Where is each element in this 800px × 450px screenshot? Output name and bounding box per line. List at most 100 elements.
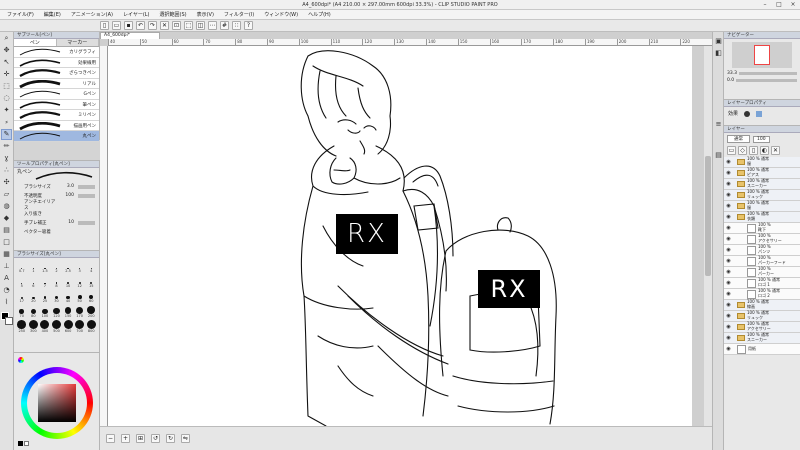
visibility-eye-icon[interactable]: ◉ [724, 291, 733, 297]
balloon-tool-icon[interactable]: ◔ [1, 285, 12, 296]
navigator-preview[interactable] [732, 42, 792, 68]
maximize-button[interactable]: □ [772, 1, 786, 9]
zoom-in-icon[interactable]: + [121, 434, 130, 443]
clear-icon[interactable]: ✕ [160, 21, 169, 30]
brush-item[interactable]: 筆ペン [14, 99, 99, 110]
help-icon[interactable]: ? [244, 21, 253, 30]
brush-size-preset[interactable]: 50 [74, 290, 86, 303]
rotate-right-icon[interactable]: ↻ [166, 434, 175, 443]
brush-size-preset[interactable]: 40 [62, 290, 74, 303]
brush-size-preset[interactable]: 120 [51, 305, 63, 318]
visibility-eye-icon[interactable]: ◉ [724, 247, 733, 253]
eraser-tool-icon[interactable]: ▱ [1, 189, 12, 200]
brush-item[interactable]: 描画用ペン [14, 120, 99, 131]
menu-file[interactable]: ファイル(F) [2, 10, 39, 20]
brush-size-preset[interactable]: 600 [62, 320, 74, 333]
brush-size-preset[interactable]: 170 [74, 305, 86, 318]
blend-mode-select[interactable]: 通常 [727, 135, 750, 143]
save-icon[interactable]: ▪ [124, 21, 133, 30]
color-swatch-small[interactable] [18, 441, 23, 446]
brush-size-preset[interactable]: 70 [16, 305, 28, 318]
new-raster-layer-icon[interactable]: ▭ [727, 146, 736, 155]
visibility-eye-icon[interactable]: ◉ [724, 335, 733, 341]
auto-select-tool-icon[interactable]: ✦ [1, 105, 12, 116]
brush-size-preset[interactable]: 250 [16, 320, 28, 333]
brush-size-preset[interactable]: 400 [39, 320, 51, 333]
visibility-eye-icon[interactable]: ◉ [724, 313, 733, 319]
brush-size-preset[interactable]: 150 [62, 305, 74, 318]
saturation-value-square[interactable] [38, 384, 76, 422]
property-slider[interactable] [78, 220, 95, 225]
visibility-eye-icon[interactable]: ◉ [724, 324, 733, 330]
brush-size-preset[interactable]: 5 [16, 275, 28, 288]
visibility-eye-icon[interactable]: ◉ [724, 170, 733, 176]
main-color-swatch[interactable] [1, 312, 13, 326]
brush-item[interactable]: Gペン [14, 89, 99, 100]
zoom-slider[interactable] [739, 72, 797, 75]
property-row[interactable]: 手ブレ補正 10 [14, 218, 99, 227]
layer-move-tool-icon[interactable]: ✛ [1, 69, 12, 80]
fill-tool-icon[interactable]: ◆ [1, 213, 12, 224]
property-row[interactable]: ブラシサイズ 3.0 [14, 182, 99, 191]
property-value[interactable]: 10 [58, 220, 74, 225]
layer-row[interactable]: ◉ 100 % パーカーフード [724, 256, 800, 267]
scroll-thumb[interactable] [705, 156, 711, 276]
layer-row[interactable]: ◉ 100 % 靴下 [724, 223, 800, 234]
border-effect-icon[interactable] [744, 110, 751, 117]
navigator-tab-icon[interactable]: ▣ [713, 36, 724, 47]
visibility-eye-icon[interactable]: ◉ [724, 258, 733, 264]
brush-size-preset[interactable]: 30 [51, 290, 63, 303]
brush-size-preset[interactable]: 500 [51, 320, 63, 333]
close-button[interactable]: × [786, 1, 800, 9]
layer-mask-icon[interactable]: ◐ [760, 146, 769, 155]
delete-layer-icon[interactable]: ✕ [771, 146, 780, 155]
brush-size-preset[interactable]: 300 [28, 320, 40, 333]
brush-size-preset[interactable]: 8 [51, 275, 63, 288]
layer-color-icon[interactable] [756, 110, 763, 117]
layer-tab-icon[interactable]: ▤ [713, 150, 724, 161]
property-row[interactable]: 入り抜き [14, 209, 99, 218]
brush-size-preset[interactable]: 12 [74, 275, 86, 288]
text-tool-icon[interactable]: A [1, 273, 12, 284]
brush-size-preset[interactable]: 20 [28, 290, 40, 303]
new-folder-icon[interactable]: ▯ [749, 146, 758, 155]
brush-size-preset[interactable]: 4 [85, 260, 97, 273]
property-slider[interactable] [78, 193, 95, 198]
brush-size-preset[interactable]: 10 [62, 275, 74, 288]
blend-tool-icon[interactable]: ◍ [1, 201, 12, 212]
flip-icon[interactable]: ⇋ [181, 434, 190, 443]
navigator-viewport[interactable] [754, 45, 770, 65]
fit-view-icon[interactable]: ⊞ [136, 434, 145, 443]
transform-icon[interactable]: ⊡ [172, 21, 181, 30]
visibility-eye-icon[interactable]: ◉ [724, 280, 733, 286]
visibility-eye-icon[interactable]: ◉ [724, 159, 733, 165]
selection-tool-icon[interactable]: ⬚ [1, 81, 12, 92]
property-value[interactable]: 3.0 [58, 184, 74, 189]
ruler-tool-icon[interactable]: ⊥ [1, 261, 12, 272]
property-value[interactable]: 100 [58, 193, 74, 198]
brush-size-preset[interactable]: 0.7 [16, 260, 28, 273]
layer-folder-row[interactable]: ◉ 100 % 通常 スニーカー [724, 333, 800, 344]
document-tab[interactable]: A4_600dpi* [100, 32, 160, 39]
menu-filter[interactable]: フィルター(I) [219, 10, 259, 20]
layer-row[interactable]: ◉ 100 % アクセサリー [724, 234, 800, 245]
correct-line-tool-icon[interactable]: ⌇ [1, 297, 12, 308]
redo-icon[interactable]: ↷ [148, 21, 157, 30]
brush-size-preset[interactable]: 3 [74, 260, 86, 273]
brush-size-preset[interactable]: 1.5 [39, 260, 51, 273]
menu-help[interactable]: ヘルプ(H) [303, 10, 336, 20]
visibility-eye-icon[interactable]: ◉ [724, 203, 733, 209]
brush-size-preset[interactable]: 200 [85, 305, 97, 318]
brush-size-preset[interactable]: 700 [74, 320, 86, 333]
brush-tool-icon[interactable]: ɣ [1, 153, 12, 164]
snap-grid-icon[interactable]: # [220, 21, 229, 30]
menu-window[interactable]: ウィンドウ(W) [259, 10, 303, 20]
sub-view-tab-icon[interactable]: ◧ [713, 48, 724, 59]
brush-size-preset[interactable]: 1 [28, 260, 40, 273]
open-folder-icon[interactable]: ▭ [112, 21, 121, 30]
property-slider[interactable] [78, 184, 95, 189]
visibility-eye-icon[interactable]: ◉ [724, 346, 733, 352]
menu-selection[interactable]: 選択範囲(S) [155, 10, 192, 20]
tab-pen[interactable]: ペン [14, 39, 57, 46]
brush-item[interactable]: カリグラフィ [14, 47, 99, 58]
